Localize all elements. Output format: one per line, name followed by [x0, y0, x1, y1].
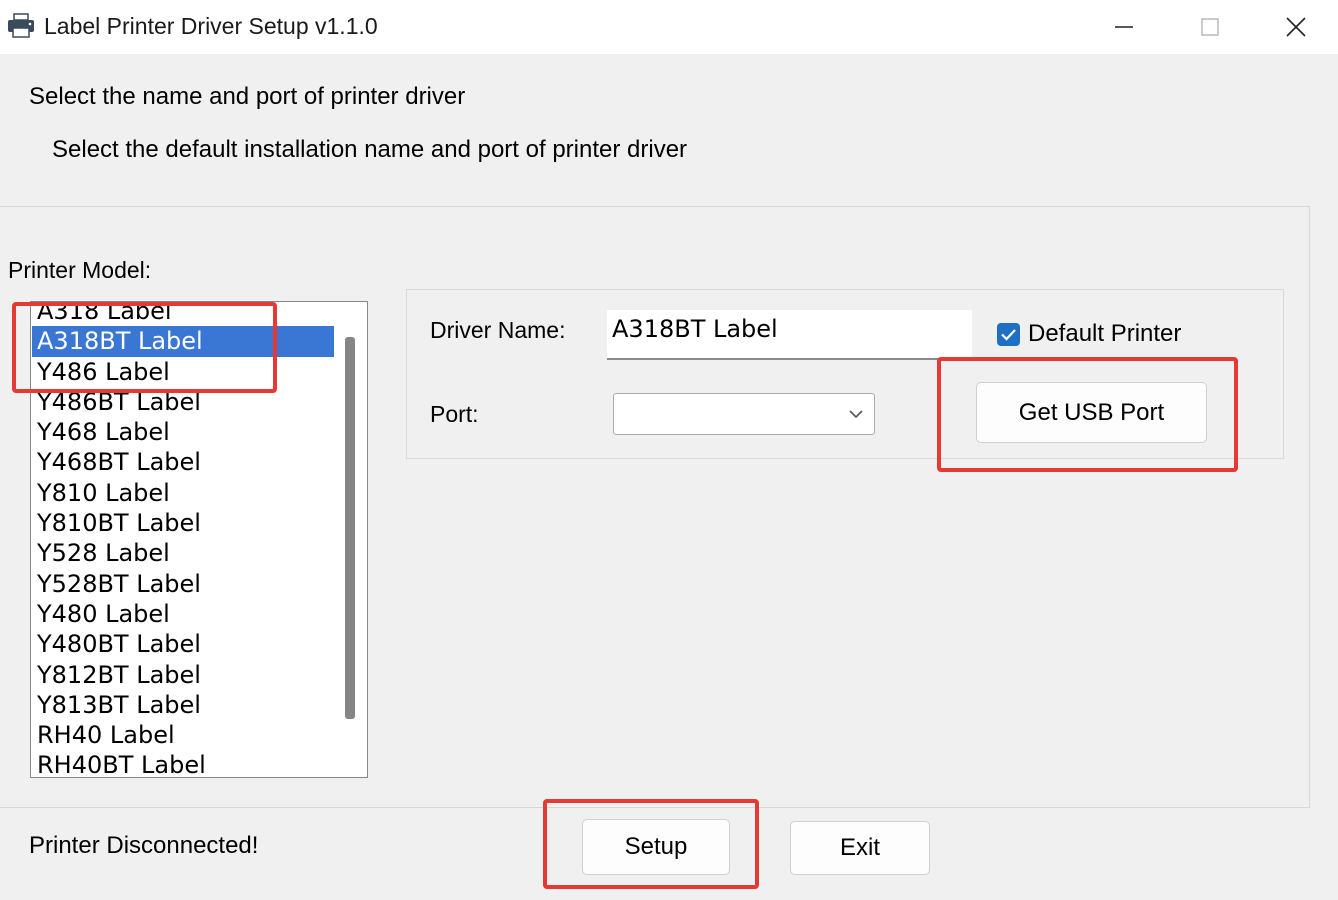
close-button[interactable] — [1252, 0, 1338, 54]
checkmark-icon — [1001, 329, 1016, 341]
printer-model-item[interactable]: RH40BT Label — [32, 750, 334, 777]
printer-model-item[interactable]: Y468 Label — [32, 417, 334, 447]
status-text: Printer Disconnected! — [29, 832, 259, 859]
annotation-highlight-usb-button — [937, 357, 1238, 472]
close-icon — [1286, 17, 1306, 37]
printer-icon — [7, 13, 35, 39]
port-label: Port: — [430, 401, 479, 427]
minimize-icon — [1115, 26, 1133, 28]
printer-model-item[interactable]: Y810BT Label — [32, 508, 334, 538]
printer-model-item[interactable]: RH40 Label — [32, 720, 334, 750]
annotation-highlight-setup-button — [543, 799, 759, 889]
window-title: Label Printer Driver Setup v1.1.0 — [44, 13, 378, 39]
maximize-icon — [1201, 18, 1219, 36]
default-printer-label[interactable]: Default Printer — [1028, 320, 1181, 348]
page-title: Select the name and port of printer driv… — [29, 83, 466, 110]
printer-model-item[interactable]: Y528BT Label — [32, 569, 334, 599]
printer-model-item[interactable]: Y810 Label — [32, 478, 334, 508]
exit-button[interactable]: Exit — [790, 821, 930, 875]
maximize-button[interactable] — [1166, 0, 1254, 54]
printer-model-item[interactable]: Y812BT Label — [32, 660, 334, 690]
title-bar: Label Printer Driver Setup v1.1.0 — [0, 0, 1338, 54]
port-select[interactable] — [613, 393, 875, 435]
page-subtitle: Select the default installation name and… — [52, 136, 688, 163]
printer-model-item[interactable]: Y480 Label — [32, 599, 334, 629]
printer-model-label: Printer Model: — [8, 257, 152, 283]
printer-model-item[interactable]: Y468BT Label — [32, 447, 334, 477]
annotation-highlight-model-list — [12, 302, 277, 393]
driver-name-input[interactable]: A318BT Label — [607, 310, 972, 360]
minimize-button[interactable] — [1080, 0, 1168, 54]
scrollbar-thumb[interactable] — [345, 337, 355, 719]
printer-model-item[interactable]: Y528 Label — [32, 538, 334, 568]
printer-model-item[interactable]: Y813BT Label — [32, 690, 334, 720]
chevron-down-icon — [849, 410, 863, 419]
printer-model-item[interactable]: Y480BT Label — [32, 629, 334, 659]
default-printer-checkbox[interactable] — [997, 323, 1020, 346]
driver-name-label: Driver Name: — [430, 317, 566, 343]
